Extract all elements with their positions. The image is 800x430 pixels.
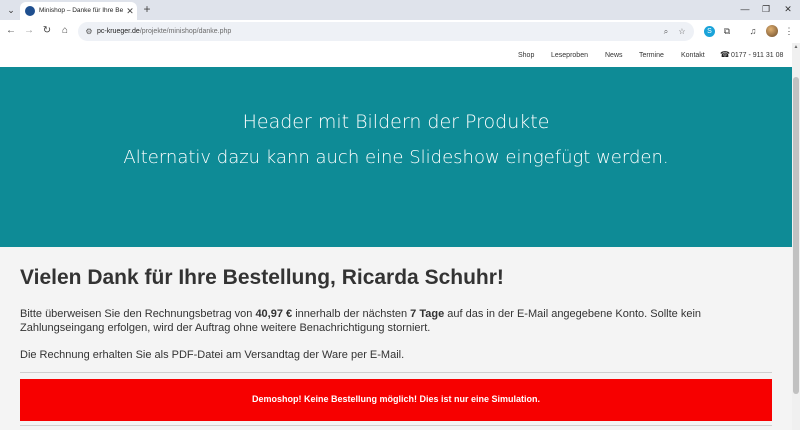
payment-text-1: Bitte überweisen Sie den Rechnungsbetrag…	[20, 308, 256, 320]
bookmark-star-icon[interactable]: ☆	[676, 25, 688, 38]
demo-alert-banner: Demoshop! Keine Bestellung möglich! Dies…	[20, 379, 772, 421]
payment-days: 7 Tage	[410, 308, 445, 320]
page-viewport: Shop Leseproben News Termine Kontakt ☎ 0…	[0, 43, 792, 430]
favicon-icon	[25, 6, 35, 16]
back-icon[interactable]: ←	[4, 24, 18, 38]
hero-title: Header mit Bildern der Produkte	[242, 111, 550, 133]
tab-strip: ⌄ Minishop – Danke für Ihre Bestellung ✕…	[0, 0, 800, 20]
nav-phone-number[interactable]: 0177 - 911 31 08	[731, 51, 783, 60]
thank-you-heading: Vielen Dank für Ihre Bestellung, Ricarda…	[20, 266, 504, 289]
divider-bottom	[20, 425, 772, 426]
payment-text-2: innerhalb der nächsten	[292, 308, 411, 320]
scroll-up-icon[interactable]: ▲	[792, 43, 800, 51]
nav-link-shop[interactable]: Shop	[518, 51, 534, 60]
new-tab-button[interactable]: +	[141, 2, 153, 16]
hero-subtitle: Alternativ dazu kann auch eine Slideshow…	[123, 147, 669, 168]
tab-title: Minishop – Danke für Ihre Bestellung	[39, 7, 123, 14]
page-scrollbar[interactable]: ▲	[792, 43, 800, 430]
reload-icon[interactable]: ↻	[40, 24, 54, 38]
media-control-icon[interactable]: ♫	[746, 24, 760, 38]
nav-link-kontakt[interactable]: Kontakt	[681, 51, 705, 60]
browser-toolbar: ← → ↻ ⌂ ⚙ pc-krueger.de/projekte/minisho…	[0, 20, 800, 43]
url-host: pc-krueger.de	[97, 28, 140, 35]
url-path: /projekte/minishop/danke.php	[139, 28, 232, 35]
invoice-amount: 40,97 €	[255, 308, 293, 320]
scrollbar-thumb[interactable]	[793, 77, 799, 394]
demo-alert-text: Demoshop! Keine Bestellung möglich! Dies…	[251, 394, 541, 404]
address-bar[interactable]: ⚙ pc-krueger.de/projekte/minishop/danke.…	[78, 22, 694, 41]
nav-link-termine[interactable]: Termine	[639, 51, 664, 60]
window-close-icon[interactable]: ✕	[781, 2, 795, 16]
home-icon[interactable]: ⌂	[58, 24, 72, 38]
nav-link-news[interactable]: News	[605, 51, 623, 60]
browser-menu-icon[interactable]: ⋮	[782, 24, 796, 38]
url-text[interactable]: pc-krueger.de/projekte/minishop/danke.ph…	[97, 26, 231, 37]
maximize-icon[interactable]: ❐	[759, 2, 773, 16]
nav-link-leseproben[interactable]: Leseproben	[551, 51, 588, 60]
browser-tab-active[interactable]: Minishop – Danke für Ihre Bestellung ✕	[20, 2, 137, 20]
extension-icon[interactable]: S	[704, 26, 715, 37]
site-navigation: Shop Leseproben News Termine Kontakt ☎ 0…	[0, 43, 792, 67]
tab-search-chevron-icon[interactable]: ⌄	[4, 3, 18, 17]
profile-avatar[interactable]	[766, 25, 778, 37]
site-info-icon[interactable]: ⚙	[83, 25, 95, 38]
zoom-icon[interactable]: ⌕	[660, 25, 672, 38]
payment-instructions: Bitte überweisen Sie den Rechnungsbetrag…	[20, 307, 760, 335]
tab-close-icon[interactable]: ✕	[125, 5, 135, 17]
phone-icon: ☎	[720, 50, 730, 59]
invoice-note: Die Rechnung erhalten Sie als PDF-Datei …	[20, 349, 405, 361]
forward-icon[interactable]: →	[22, 24, 36, 38]
extensions-puzzle-icon[interactable]: ⧉	[720, 24, 734, 38]
minimize-icon[interactable]: —	[738, 2, 752, 16]
hero-banner: Header mit Bildern der Produkte Alternat…	[0, 67, 792, 247]
divider-top	[20, 372, 772, 373]
